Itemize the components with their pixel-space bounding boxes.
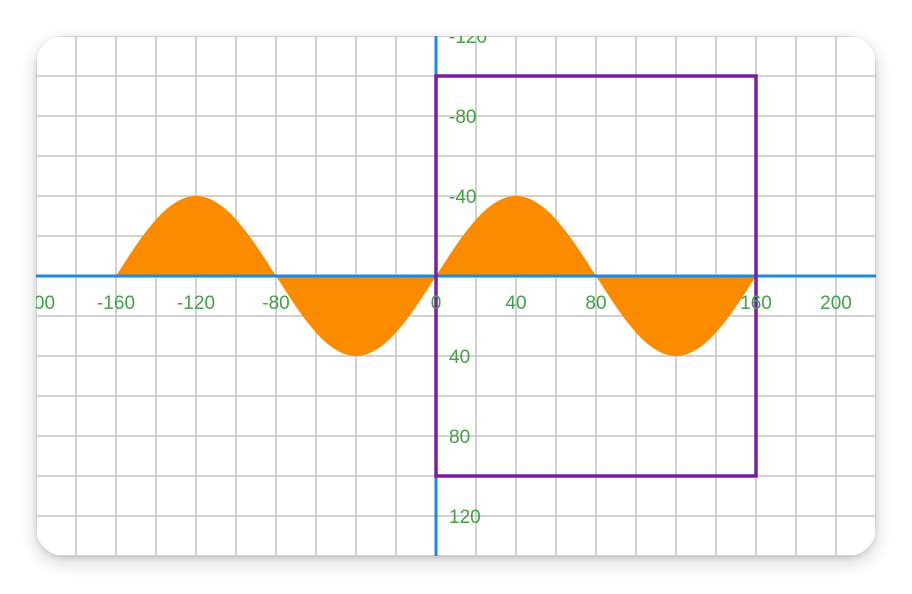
y-tick-label: -40 — [449, 187, 476, 208]
x-tick-label: 80 — [585, 293, 606, 314]
y-tick-label: 40 — [449, 347, 470, 368]
x-tick-label: -120 — [177, 293, 215, 314]
y-tick-label: -80 — [449, 107, 476, 128]
y-tick-label: 80 — [449, 427, 470, 448]
x-tick-label: -80 — [262, 293, 289, 314]
y-tick-label: 120 — [449, 507, 481, 528]
x-tick-label: 160 — [740, 293, 772, 314]
x-tick-label: -200 — [36, 293, 55, 314]
x-tick-label: 40 — [505, 293, 526, 314]
chart-card: -200 -160 -120 -80 0 40 80 160 200 -120 -80 -40 40 80… — [36, 36, 876, 556]
x-tick-label: 0 — [431, 293, 442, 314]
coordinate-plot: -200 -160 -120 -80 0 40 80 160 200 -120 -80 -40 40 80… — [36, 36, 876, 556]
y-tick-label: -120 — [449, 36, 487, 48]
x-tick-label: -160 — [97, 293, 135, 314]
x-tick-label: 200 — [820, 293, 852, 314]
